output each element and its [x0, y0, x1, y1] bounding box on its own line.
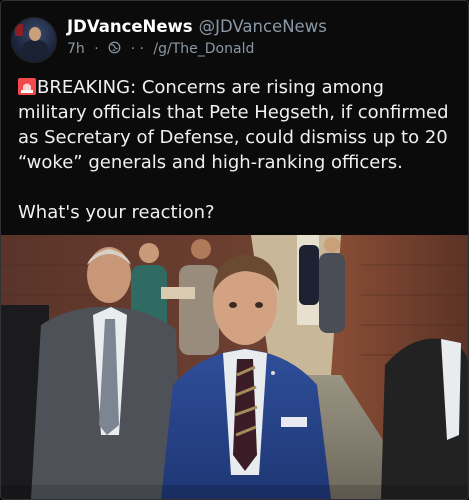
siren-emoji-icon — [18, 78, 36, 95]
post-card: JDVanceNews @JDVanceNews 7h · · · /g/The_… — [0, 0, 469, 500]
post-paragraph-main: BREAKING: Concerns are rising among mili… — [18, 75, 458, 175]
avatar[interactable] — [11, 17, 57, 63]
timestamp[interactable]: 7h — [67, 41, 85, 57]
author-row: JDVanceNews @JDVanceNews — [67, 17, 327, 36]
avatar-suit — [22, 40, 48, 62]
post-text-main: BREAKING: Concerns are rising among mili… — [18, 77, 449, 173]
avatar-face — [29, 27, 41, 41]
meta-row: 7h · · · /g/The_Donald — [67, 41, 254, 57]
photo-illustration — [1, 235, 468, 499]
avatar-flag — [15, 24, 23, 36]
meta-dots: · · — [130, 41, 144, 57]
board-link[interactable]: /g/The_Donald — [153, 41, 254, 57]
post-photo[interactable] — [1, 235, 468, 499]
globe-icon — [108, 41, 121, 54]
display-name[interactable]: JDVanceNews — [67, 17, 193, 36]
meta-separator: · — [94, 41, 99, 57]
post-header: JDVanceNews @JDVanceNews 7h · · · /g/The_… — [11, 13, 458, 65]
post-text-question: What's your reaction? — [18, 202, 215, 223]
post-text: BREAKING: Concerns are rising among mili… — [18, 75, 458, 225]
handle[interactable]: @JDVanceNews — [199, 17, 327, 36]
